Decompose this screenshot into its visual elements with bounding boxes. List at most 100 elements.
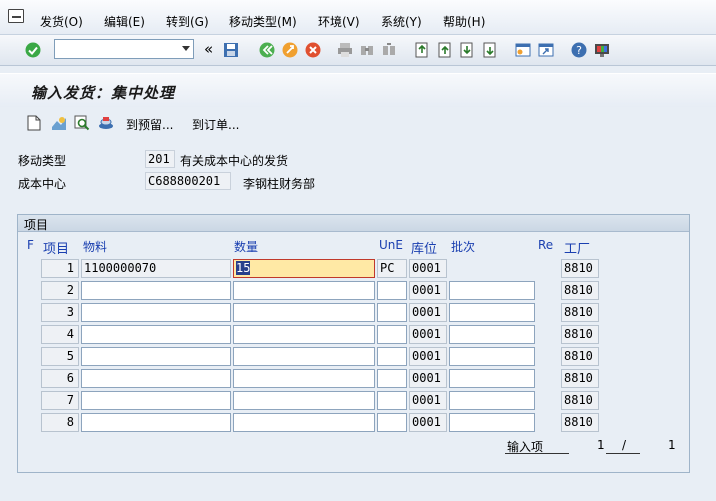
- plant-cell[interactable]: 8810: [561, 369, 599, 388]
- quantity-cell[interactable]: [233, 281, 375, 300]
- exit-icon[interactable]: [282, 42, 298, 58]
- help-icon[interactable]: ?: [571, 42, 587, 58]
- find-next-icon[interactable]: [381, 42, 397, 58]
- item-number-cell: 2: [41, 281, 79, 300]
- une-cell[interactable]: [377, 325, 407, 344]
- quantity-cell-value: 15: [236, 261, 251, 275]
- plant-cell[interactable]: 8810: [561, 347, 599, 366]
- quantity-cell[interactable]: [233, 369, 375, 388]
- to-order-button[interactable]: 到订单...: [192, 116, 239, 133]
- une-cell[interactable]: [377, 281, 407, 300]
- item-number-cell-value: 6: [66, 371, 74, 385]
- material-cell[interactable]: [81, 303, 231, 322]
- une-cell[interactable]: [377, 303, 407, 322]
- detail-overview-icon[interactable]: [51, 115, 67, 131]
- check-magnifier-icon[interactable]: [74, 115, 90, 131]
- quantity-cell[interactable]: [233, 325, 375, 344]
- quantity-cell[interactable]: [233, 347, 375, 366]
- first-page-icon[interactable]: [414, 42, 430, 58]
- material-cell[interactable]: [81, 281, 231, 300]
- create-session-icon[interactable]: [515, 42, 531, 58]
- storage-location-cell-value: 0001: [412, 415, 441, 429]
- title-bar: 输入发货：集中处理: [0, 73, 716, 108]
- chevron-down-icon[interactable]: [182, 46, 190, 51]
- batch-cell[interactable]: [449, 303, 535, 322]
- plant-cell[interactable]: 8810: [561, 391, 599, 410]
- batch-cell[interactable]: [449, 347, 535, 366]
- plant-cell[interactable]: 8810: [561, 281, 599, 300]
- cost-center-field[interactable]: C688800201: [145, 172, 231, 190]
- entry-current-underline: [606, 453, 640, 454]
- une-cell[interactable]: PC: [377, 259, 407, 278]
- storage-location-cell[interactable]: 0001: [409, 259, 447, 278]
- material-cell[interactable]: [81, 347, 231, 366]
- print-icon[interactable]: [337, 42, 353, 58]
- find-icon[interactable]: [359, 42, 375, 58]
- item-number-cell-value: 7: [66, 393, 74, 407]
- storage-location-cell[interactable]: 0001: [409, 369, 447, 388]
- une-cell[interactable]: [377, 347, 407, 366]
- item-number-cell-value: 5: [66, 349, 74, 363]
- cancel-icon[interactable]: [305, 42, 321, 58]
- movement-type-field[interactable]: 201: [145, 150, 175, 168]
- material-cell[interactable]: [81, 413, 231, 432]
- shortcut-icon[interactable]: [538, 42, 554, 58]
- item-number-cell: 1: [41, 259, 79, 278]
- back-icon[interactable]: [259, 42, 275, 58]
- storage-location-cell[interactable]: 0001: [409, 347, 447, 366]
- material-cell[interactable]: 1100000070: [81, 259, 231, 278]
- plant-cell-value: 8810: [564, 283, 593, 297]
- quantity-cell[interactable]: 15: [233, 259, 375, 278]
- menu-system[interactable]: 系统(Y): [381, 13, 422, 30]
- batch-cell[interactable]: [449, 413, 535, 432]
- material-cell[interactable]: [81, 325, 231, 344]
- col-header-plant: 工厂: [564, 242, 591, 257]
- storage-location-cell[interactable]: 0001: [409, 413, 447, 432]
- batch-cell[interactable]: [449, 281, 535, 300]
- plant-cell-value: 8810: [564, 393, 593, 407]
- batch-cell[interactable]: [449, 391, 535, 410]
- menu-movement-type[interactable]: 移动类型(M): [229, 13, 297, 30]
- menu-help[interactable]: 帮助(H): [443, 13, 485, 30]
- batch-cell[interactable]: [449, 369, 535, 388]
- plant-cell[interactable]: 8810: [561, 413, 599, 432]
- to-reservation-button[interactable]: 到预留...: [126, 116, 173, 133]
- save-icon[interactable]: [223, 42, 239, 58]
- item-number-cell-value: 1: [66, 261, 74, 275]
- material-cell[interactable]: [81, 369, 231, 388]
- plant-cell[interactable]: 8810: [561, 259, 599, 278]
- quantity-cell[interactable]: [233, 413, 375, 432]
- stock-overview-icon[interactable]: [98, 115, 114, 131]
- storage-location-cell-value: 0001: [412, 393, 441, 407]
- une-cell[interactable]: [377, 369, 407, 388]
- command-field[interactable]: [54, 39, 194, 59]
- storage-location-cell[interactable]: 0001: [409, 281, 447, 300]
- plant-cell[interactable]: 8810: [561, 325, 599, 344]
- collapse-command-icon[interactable]: «: [204, 40, 213, 58]
- menu-environment[interactable]: 环境(V): [318, 13, 360, 30]
- plant-cell-value: 8810: [564, 305, 593, 319]
- menu-edit[interactable]: 编辑(E): [104, 13, 145, 30]
- storage-location-cell-value: 0001: [412, 349, 441, 363]
- quantity-cell[interactable]: [233, 303, 375, 322]
- item-number-cell: 7: [41, 391, 79, 410]
- storage-location-cell[interactable]: 0001: [409, 325, 447, 344]
- customize-layout-icon[interactable]: [594, 42, 610, 58]
- new-document-icon[interactable]: [27, 115, 41, 131]
- storage-location-cell[interactable]: 0001: [409, 391, 447, 410]
- next-page-icon[interactable]: [459, 42, 475, 58]
- system-menu-icon[interactable]: [8, 9, 24, 23]
- menu-goods-movement[interactable]: 发货(O): [40, 13, 83, 30]
- enter-check-icon[interactable]: [25, 42, 41, 58]
- quantity-cell[interactable]: [233, 391, 375, 410]
- material-cell[interactable]: [81, 391, 231, 410]
- storage-location-cell[interactable]: 0001: [409, 303, 447, 322]
- item-number-cell: 6: [41, 369, 79, 388]
- previous-page-icon[interactable]: [437, 42, 453, 58]
- une-cell[interactable]: [377, 413, 407, 432]
- batch-cell[interactable]: [449, 325, 535, 344]
- plant-cell[interactable]: 8810: [561, 303, 599, 322]
- menu-goto[interactable]: 转到(G): [166, 13, 209, 30]
- une-cell[interactable]: [377, 391, 407, 410]
- last-page-icon[interactable]: [482, 42, 498, 58]
